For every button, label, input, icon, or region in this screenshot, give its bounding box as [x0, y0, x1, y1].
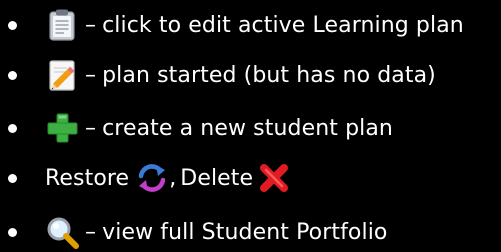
- bullet: [8, 174, 17, 183]
- legend-text-plan-started: plan started (but has no data): [102, 62, 436, 88]
- separator-dash: –: [85, 12, 97, 38]
- legend-text-portfolio: view full Student Portfolio: [102, 219, 388, 245]
- clipboard-icon: [45, 8, 79, 42]
- bullet: [8, 21, 17, 30]
- refresh-arrows-icon: [135, 161, 169, 195]
- red-x-icon: [257, 161, 291, 195]
- restore-label: Restore: [45, 165, 130, 191]
- icon-legend: – click to edit active Learning plan – p…: [0, 0, 501, 249]
- separator-dash: –: [85, 62, 97, 88]
- delete-label: Delete: [180, 165, 254, 191]
- legend-text-edit-plan: click to edit active Learning plan: [102, 12, 464, 38]
- bullet: [8, 124, 17, 133]
- legend-text-create-plan: create a new student plan: [102, 115, 393, 141]
- comma-separator: ,: [169, 165, 177, 191]
- separator-dash: –: [85, 219, 97, 245]
- bullet: [8, 71, 17, 80]
- green-plus-icon: [45, 111, 79, 145]
- separator-dash: –: [85, 115, 97, 141]
- pencil-note-icon: [45, 58, 79, 92]
- magnifier-icon: [45, 215, 79, 249]
- bullet: [8, 228, 17, 237]
